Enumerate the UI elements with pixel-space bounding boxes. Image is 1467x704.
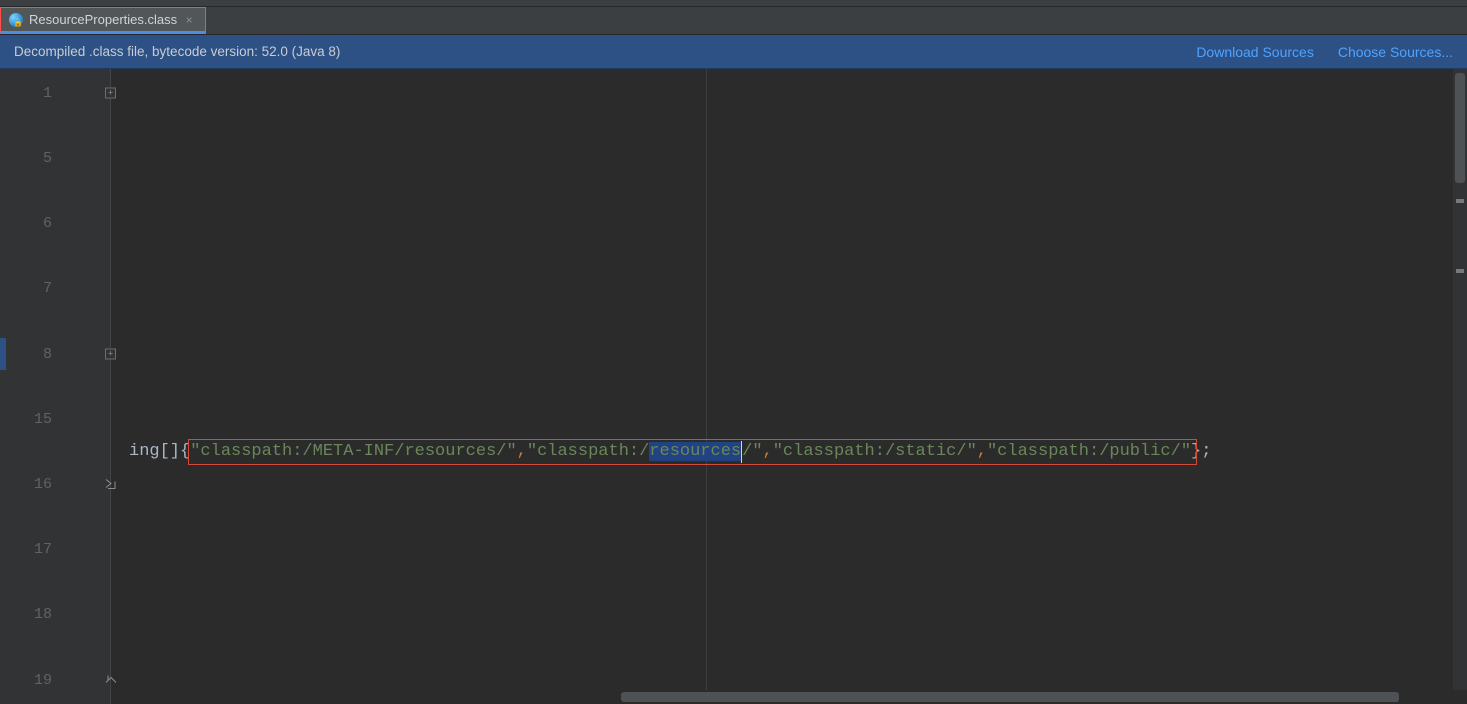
gutter-line: 1+ xyxy=(0,77,110,110)
gutter-line: 16 xyxy=(0,468,110,501)
string-literal: "classpath:/META-INF/resources/" xyxy=(190,442,516,461)
gutter-line: 19 xyxy=(0,664,110,697)
line-number: 1 xyxy=(0,85,52,102)
string-literal: "classpath:/static/" xyxy=(773,442,977,461)
comma: , xyxy=(517,442,527,461)
code-line-21[interactable]: ing[]{"classpath:/META-INF/resources/", … xyxy=(129,436,1211,469)
choose-sources-link[interactable]: Choose Sources... xyxy=(1338,44,1453,60)
horizontal-scrollbar-thumb[interactable] xyxy=(621,692,1399,702)
gutter-line: 15 xyxy=(0,403,110,436)
gutter-line: 8+ xyxy=(0,338,110,371)
string-literal: "classpath:/public/" xyxy=(987,442,1191,461)
line-number: 18 xyxy=(0,606,52,623)
editor-tab-active[interactable]: ResourceProperties.class × xyxy=(0,7,206,34)
string-literal: "classpath:/ xyxy=(527,442,649,461)
decompiled-banner: Decompiled .class file, bytecode version… xyxy=(0,35,1467,69)
editor-tab-row: ResourceProperties.class × xyxy=(0,7,1467,35)
line-number: 5 xyxy=(0,150,52,167)
line-number: 16 xyxy=(0,476,52,493)
line-number: 7 xyxy=(0,280,52,297)
lock-icon xyxy=(13,20,21,28)
code-area[interactable]: ing[]{"classpath:/META-INF/resources/", … xyxy=(111,69,1467,704)
gutter-line: 7 xyxy=(0,273,110,306)
code-token: }; xyxy=(1191,442,1211,461)
right-margin-ruler xyxy=(706,69,707,704)
horizontal-scrollbar[interactable] xyxy=(111,690,1453,704)
line-number: 19 xyxy=(0,672,52,689)
download-sources-link[interactable]: Download Sources xyxy=(1196,44,1314,60)
scrollbar-marker xyxy=(1456,269,1464,273)
comma: , xyxy=(763,442,773,461)
window-top-strip xyxy=(0,0,1467,7)
close-icon[interactable]: × xyxy=(183,14,195,26)
gutter-line: 17 xyxy=(0,533,110,566)
banner-message: Decompiled .class file, bytecode version… xyxy=(14,44,1172,59)
line-number: 6 xyxy=(0,215,52,232)
gutter-line: 5 xyxy=(0,142,110,175)
vertical-scrollbar[interactable] xyxy=(1453,69,1467,690)
tab-filename: ResourceProperties.class xyxy=(29,12,177,27)
gutter: 1+5678+151617181920c21222324252627@28 xyxy=(0,69,111,704)
string-literal: /" xyxy=(742,442,762,461)
comma: , xyxy=(977,442,987,461)
gutter-line: 6 xyxy=(0,207,110,240)
code-token: ing[]{ xyxy=(129,442,190,461)
gutter-line: 18 xyxy=(0,599,110,632)
editor-area: 1+5678+151617181920c21222324252627@28 in… xyxy=(0,69,1467,704)
line-number: 15 xyxy=(0,411,52,428)
gutter-change-marker xyxy=(0,338,6,371)
scrollbar-marker xyxy=(1456,199,1464,203)
vertical-scrollbar-thumb[interactable] xyxy=(1455,73,1465,183)
line-number: 17 xyxy=(0,541,52,558)
line-number: 8 xyxy=(0,346,52,363)
selected-text: resources xyxy=(649,442,741,461)
